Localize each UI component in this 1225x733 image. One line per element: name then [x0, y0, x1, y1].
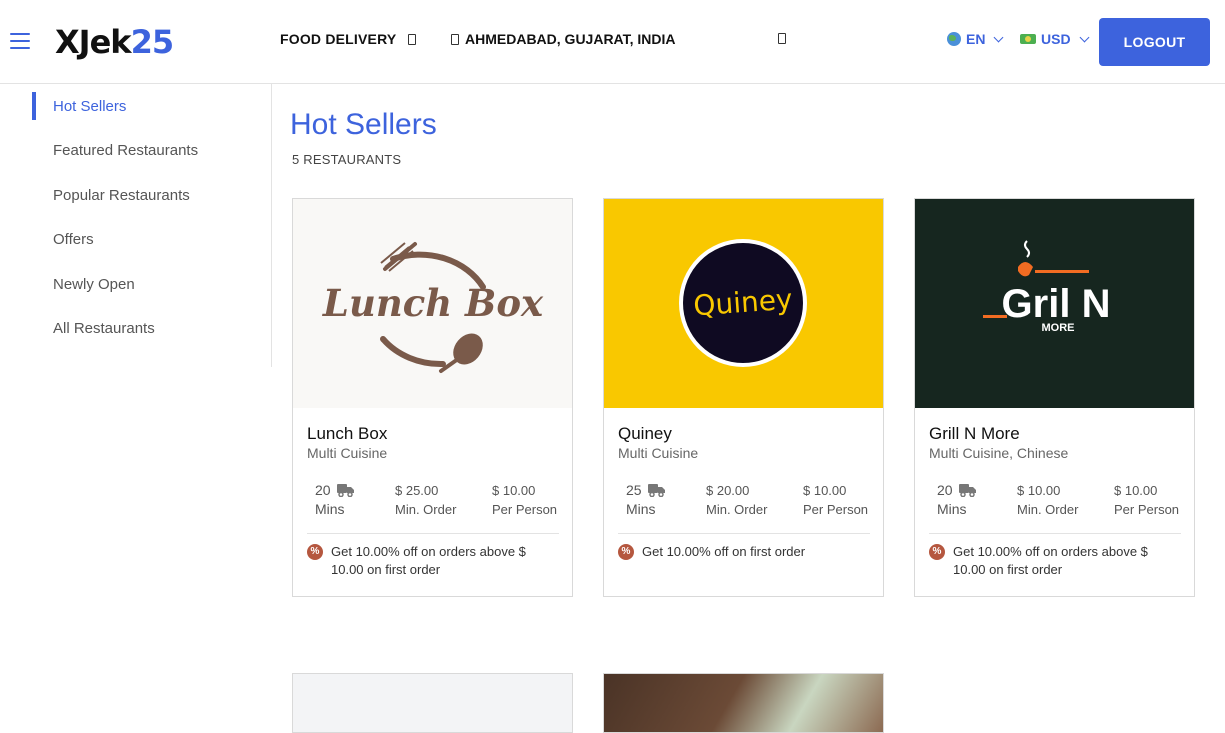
logout-button[interactable]: LOGOUT — [1099, 18, 1210, 66]
page-title: Hot Sellers — [290, 108, 437, 141]
sidebar-item-popular-restaurants[interactable]: Popular Restaurants — [53, 187, 190, 204]
min-order: $ 20.00 Min. Order — [706, 483, 768, 517]
restaurant-card[interactable]: Gril N MORE Grill N More Multi Cuisine, … — [914, 198, 1195, 597]
chevron-down-icon — [408, 33, 417, 45]
divider — [307, 533, 559, 534]
service-label: FOOD DELIVERY — [280, 31, 397, 47]
currency-label: USD — [1041, 31, 1071, 47]
restaurant-card[interactable]: Lunch Box Lunch Box Multi Cuisine 20 Min… — [292, 198, 573, 597]
restaurant-name: Lunch Box — [307, 424, 388, 443]
money-icon — [1020, 34, 1036, 44]
delivery-time: 20 Mins — [315, 481, 355, 519]
delivery-time: 20 Mins — [937, 481, 977, 519]
delivery-time: 25 Mins — [626, 481, 666, 519]
restaurant-count: 5 RESTAURANTS — [292, 152, 402, 167]
restaurant-logo-image: Lunch Box — [293, 199, 572, 408]
min-order: $ 25.00 Min. Order — [395, 483, 457, 517]
offer-text: % Get 10.00% off on orders above $ 10.00… — [307, 543, 557, 579]
location-label: AHMEDABAD, GUJARAT, INDIA — [465, 31, 676, 47]
globe-icon — [947, 32, 961, 46]
sidebar-item-hot-sellers[interactable]: Hot Sellers — [53, 98, 126, 115]
logo-number: 25 — [130, 23, 175, 61]
per-person: $ 10.00 Per Person — [492, 483, 558, 517]
sidebar-item-all-restaurants[interactable]: All Restaurants — [53, 320, 155, 337]
discount-icon: % — [929, 544, 945, 560]
restaurant-card[interactable]: Quiney Quiney Multi Cuisine 25 Mins $ 20… — [603, 198, 884, 597]
per-person: $ 10.00 Per Person — [1114, 483, 1180, 517]
location-pin-icon — [451, 33, 459, 45]
delivery-truck-icon — [958, 484, 976, 497]
offer-text: % Get 10.00% off on first order — [618, 543, 868, 561]
location-selector[interactable]: AHMEDABAD, GUJARAT, INDIA — [451, 31, 676, 47]
restaurant-card[interactable] — [603, 673, 884, 733]
discount-icon: % — [307, 544, 323, 560]
logo-text: XJek — [55, 23, 132, 61]
restaurant-name: Quiney — [618, 424, 672, 443]
lunchbox-logo-text: Lunch Box — [322, 281, 544, 325]
category-sidebar: Hot Sellers Featured Restaurants Popular… — [0, 84, 272, 367]
active-indicator — [32, 92, 36, 120]
sidebar-item-newly-open[interactable]: Newly Open — [53, 276, 135, 293]
menu-icon[interactable] — [10, 33, 30, 49]
restaurant-cuisine: Multi Cuisine — [618, 445, 699, 461]
sidebar-item-featured-restaurants[interactable]: Featured Restaurants — [53, 142, 198, 159]
service-selector[interactable]: FOOD DELIVERY — [280, 31, 417, 47]
restaurant-cuisine: Multi Cuisine — [307, 445, 388, 461]
language-selector[interactable]: EN — [947, 31, 1004, 47]
restaurant-card[interactable] — [292, 673, 573, 733]
top-header: XJek25 FOOD DELIVERY AHMEDABAD, GUJARAT,… — [0, 0, 1225, 84]
language-label: EN — [966, 31, 986, 47]
grill-logo-text: Gril N — [1002, 282, 1111, 326]
restaurant-logo-image: Quiney — [604, 199, 883, 408]
restaurant-name: Grill N More — [929, 424, 1020, 443]
sidebar-item-offers[interactable]: Offers — [53, 231, 94, 248]
logo[interactable]: XJek25 — [55, 22, 175, 62]
delivery-truck-icon — [336, 484, 354, 497]
restaurant-logo-image: Gril N MORE — [915, 199, 1194, 408]
delivery-truck-icon — [647, 484, 665, 497]
chevron-down-icon — [994, 32, 1004, 42]
discount-icon: % — [618, 544, 634, 560]
grill-logo-sub: MORE — [1042, 322, 1075, 334]
quiney-logo-text: Quiney — [692, 283, 793, 323]
currency-selector[interactable]: USD — [1020, 31, 1090, 47]
min-order: $ 10.00 Min. Order — [1017, 483, 1079, 517]
location-chevron-icon[interactable] — [778, 33, 786, 44]
restaurant-cuisine: Multi Cuisine, Chinese — [929, 445, 1069, 461]
per-person: $ 10.00 Per Person — [803, 483, 869, 517]
divider — [618, 533, 870, 534]
divider — [929, 533, 1181, 534]
chevron-down-icon — [1079, 32, 1090, 42]
offer-text: % Get 10.00% off on orders above $ 10.00… — [929, 543, 1179, 579]
